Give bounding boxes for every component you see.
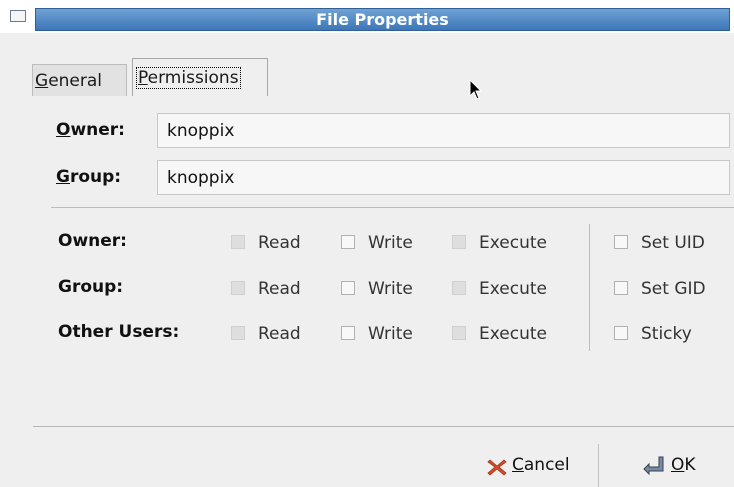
checkbox-label: Execute <box>479 233 547 253</box>
checkbox-label: Set GID <box>641 279 706 299</box>
checkbox-box <box>452 281 466 295</box>
group-mnemonic: G <box>56 167 70 187</box>
checkbox-label: Write <box>368 279 413 299</box>
tab-permissions[interactable]: Permissions <box>132 58 268 96</box>
checkbox-label: Set UID <box>641 233 705 253</box>
checkbox-label: Read <box>258 324 301 344</box>
tab-permissions-label: ermissions <box>147 68 239 88</box>
checkbox-box <box>231 326 245 340</box>
owner-field[interactable] <box>157 113 730 148</box>
cancel-button[interactable]: Cancel <box>484 444 594 487</box>
tab-general[interactable]: General <box>32 64 127 96</box>
checkbox-label: Read <box>258 233 301 253</box>
checkbox-label: Sticky <box>641 324 692 344</box>
checkbox-box[interactable] <box>341 326 355 340</box>
checkbox-box[interactable] <box>614 235 628 249</box>
tab-permissions-mnemonic: P <box>138 68 148 88</box>
window-title: File Properties <box>316 10 449 29</box>
title-bar[interactable]: File Properties <box>0 0 734 33</box>
button-separator <box>598 444 599 487</box>
group-field-label: Group: <box>56 167 121 187</box>
owner-mnemonic: O <box>56 120 71 140</box>
checkbox-box <box>231 281 245 295</box>
checkbox-label: Write <box>368 324 413 344</box>
checkbox-label: Write <box>368 233 413 253</box>
cancel-label: Cancel <box>512 455 570 475</box>
checkbox-box[interactable] <box>614 281 628 295</box>
owner-label-text: wner: <box>70 120 125 140</box>
title-bar-fill[interactable]: File Properties <box>35 8 730 31</box>
x-icon <box>487 459 507 476</box>
checkbox-box[interactable] <box>614 326 628 340</box>
tab-permissions-focus: Permissions <box>136 67 241 89</box>
checkbox-label: Execute <box>479 324 547 344</box>
checkbox-box <box>231 235 245 249</box>
column-divider <box>589 224 590 351</box>
mouse-pointer-icon <box>469 79 483 100</box>
file-properties-dialog: File Properties General Permissions Owne… <box>0 0 734 487</box>
divider <box>51 207 734 208</box>
other-users-perm-label: Other Users: <box>58 322 180 342</box>
enter-arrow-icon <box>643 456 664 475</box>
checkbox-box <box>452 326 466 340</box>
checkbox-box <box>452 235 466 249</box>
ok-button[interactable]: OK <box>640 444 720 487</box>
owner-field-label: Owner: <box>56 120 125 140</box>
checkbox-label: Read <box>258 279 301 299</box>
checkbox-box[interactable] <box>341 281 355 295</box>
ok-label: OK <box>671 455 696 475</box>
group-field[interactable] <box>157 160 730 195</box>
group-label-text: roup: <box>69 167 122 187</box>
owner-perm-label: Owner: <box>58 231 127 251</box>
button-area-divider <box>33 426 734 427</box>
tab-general-label: eneral <box>48 71 103 91</box>
checkbox-box[interactable] <box>341 235 355 249</box>
checkbox-label: Execute <box>479 279 547 299</box>
group-perm-label: Group: <box>58 277 124 297</box>
window-menu-icon[interactable] <box>10 10 26 22</box>
tab-general-mnemonic: G <box>35 71 49 91</box>
